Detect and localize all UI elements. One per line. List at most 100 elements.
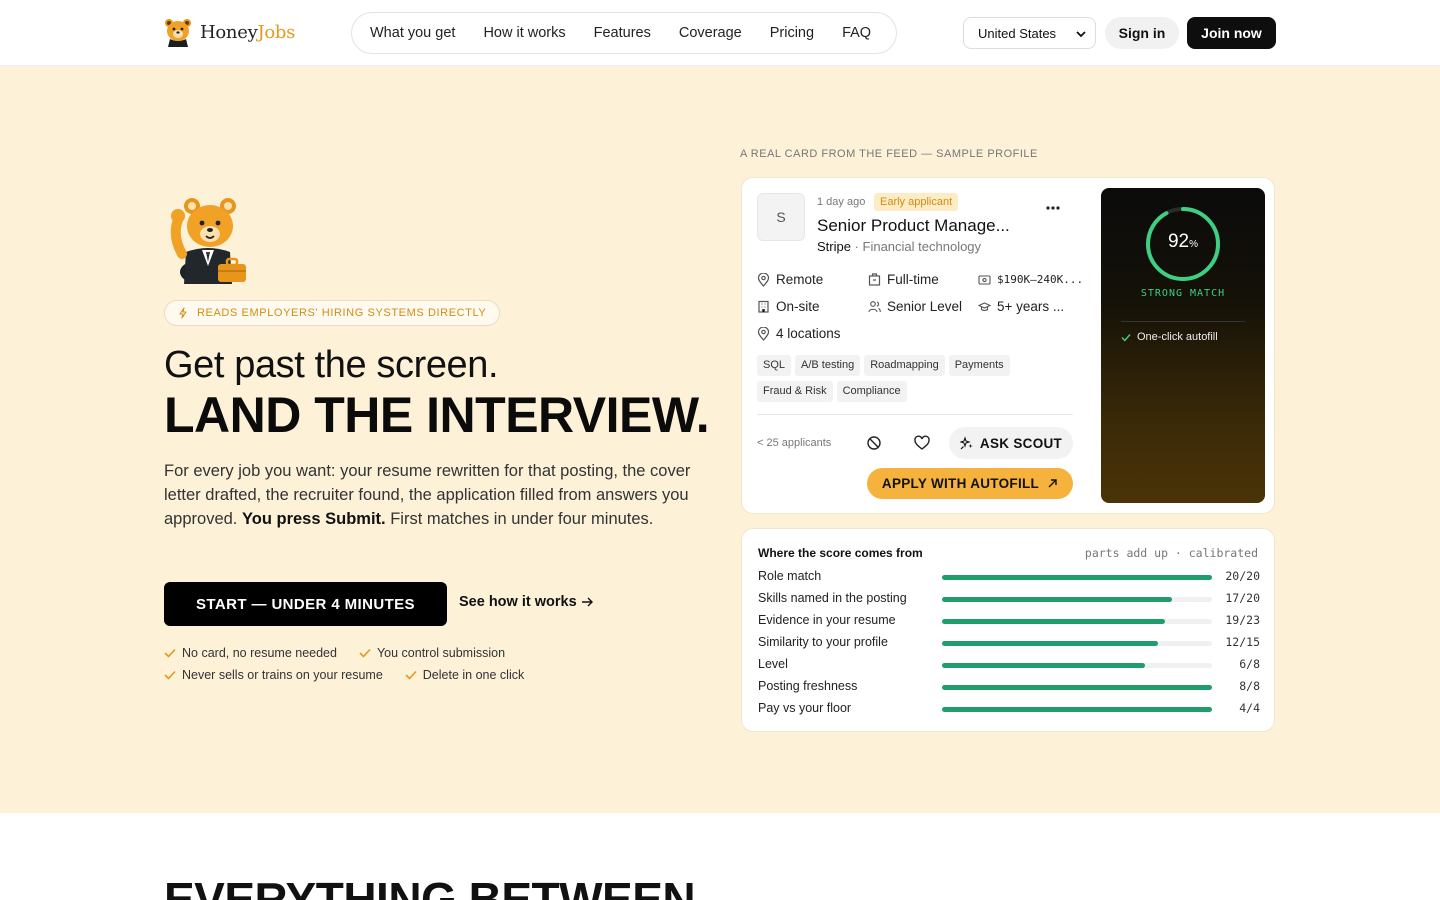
score-row-label: Posting freshness: [758, 679, 858, 693]
score-row-value: 4/4: [1239, 701, 1260, 715]
score-row-value: 6/8: [1239, 657, 1260, 671]
score-bar-fill: [942, 685, 1212, 690]
building-icon: [868, 273, 881, 286]
map-pin-icon: [757, 272, 770, 287]
score-bar-fill: [942, 619, 1165, 624]
assurance-text: No card, no resume needed: [182, 646, 337, 660]
hero-badge: READS EMPLOYERS' HIRING SYSTEMS DIRECTLY: [164, 300, 501, 326]
attr-workplace-text: On-site: [776, 299, 820, 314]
brand-logo[interactable]: HoneyJobs: [164, 17, 295, 47]
join-now-button[interactable]: Join now: [1187, 17, 1276, 49]
more-options-icon[interactable]: [1045, 200, 1061, 216]
match-percent: 92%: [1101, 231, 1265, 253]
skill-tag: Compliance: [836, 381, 907, 402]
brand-name: Honey: [200, 21, 258, 43]
apply-label: APPLY WITH AUTOFILL: [881, 476, 1040, 491]
bear-mascot-icon: [170, 198, 246, 284]
score-row-label: Similarity to your profile: [758, 635, 888, 649]
attr-location: Remote: [757, 272, 823, 287]
nav-link-pricing[interactable]: Pricing: [770, 25, 814, 41]
score-bar-fill: [942, 707, 1212, 712]
assurance-item: Delete in one click: [405, 668, 524, 682]
sparkle-icon: [959, 436, 973, 450]
job-title[interactable]: Senior Product Manage...: [817, 216, 1010, 236]
chevron-down-icon: [1076, 31, 1086, 38]
job-card-kicker: A REAL CARD FROM THE FEED — SAMPLE PROFI…: [740, 148, 1038, 160]
hero-badge-text: READS EMPLOYERS' HIRING SYSTEMS DIRECTLY: [197, 307, 487, 319]
applicant-count: < 25 applicants: [757, 437, 832, 449]
match-label: STRONG MATCH: [1140, 288, 1226, 299]
skill-tag: A/B testing: [795, 355, 861, 376]
attr-location-text: Remote: [776, 272, 824, 287]
score-bar-track: [942, 707, 1212, 712]
see-how-it-works-link[interactable]: See how it works: [459, 594, 594, 610]
arrow-up-right-icon: [1048, 479, 1057, 488]
divider: [757, 414, 1073, 415]
attr-workplace: On-site: [757, 299, 820, 314]
assurance-text: Delete in one click: [422, 668, 525, 682]
assurance-list: No card, no resume needed You control su…: [164, 646, 524, 690]
apply-with-autofill-button[interactable]: APPLY WITH AUTOFILL: [867, 468, 1073, 499]
company-line: Stripe · Financial technology: [817, 239, 981, 254]
hero-description-part2: First matches in under four minutes.: [385, 510, 654, 528]
nav-link-coverage[interactable]: Coverage: [679, 25, 742, 41]
hero-headline-line2: LAND THE INTERVIEW.: [164, 387, 710, 443]
nav-link-features[interactable]: Features: [594, 25, 651, 41]
score-row-value: 20/20: [1225, 569, 1260, 583]
match-score-panel: 92% STRONG MATCH One-click autofill: [1101, 188, 1265, 503]
company-logo: S: [757, 193, 805, 241]
score-row-label: Level: [758, 657, 788, 671]
brand-name-accent: Jobs: [257, 21, 296, 43]
company-industry: · Financial technology: [850, 239, 982, 254]
score-row-value: 19/23: [1225, 613, 1260, 627]
bear-logo-icon: [165, 19, 191, 47]
ask-scout-button[interactable]: ASK SCOUT: [949, 427, 1073, 459]
heart-icon[interactable]: [914, 435, 930, 451]
see-how-it-works-label: See how it works: [459, 594, 577, 610]
assurance-item: No card, no resume needed: [164, 646, 337, 660]
lightning-icon: [179, 307, 187, 319]
nav-link-how-it-works[interactable]: How it works: [483, 25, 565, 41]
attr-employment-text: Full-time: [887, 272, 939, 287]
hero-headline-line1: Get past the screen.: [164, 344, 499, 386]
main-nav: What you get How it works Features Cover…: [351, 12, 897, 54]
start-cta-button[interactable]: START — UNDER 4 MINUTES: [164, 582, 447, 626]
score-bar-track: [942, 597, 1212, 602]
hero-description: For every job you want: your resume rewr…: [164, 459, 694, 531]
score-bar-track: [942, 619, 1212, 624]
company-name: Stripe: [817, 239, 851, 254]
not-interested-icon[interactable]: [866, 435, 882, 451]
check-icon: [164, 648, 176, 658]
match-percent-value: 92: [1167, 231, 1190, 252]
country-select[interactable]: United States: [963, 17, 1096, 49]
score-bar-track: [942, 575, 1212, 580]
check-icon: [1121, 333, 1131, 342]
attr-locations[interactable]: 4 locations: [757, 326, 841, 341]
score-bar-fill: [942, 575, 1212, 580]
score-row: Evidence in your resume 19/23: [758, 613, 1260, 629]
nav-link-faq[interactable]: FAQ: [842, 25, 871, 41]
skill-tag: SQL: [757, 355, 792, 376]
score-row: Role match 20/20: [758, 569, 1260, 585]
attr-experience-text: 5+ years ...: [997, 299, 1065, 314]
sign-in-button[interactable]: Sign in: [1105, 17, 1179, 49]
attr-salary: $190K–240K...: [978, 273, 1083, 286]
nav-link-what-you-get[interactable]: What you get: [370, 25, 455, 41]
country-select-value: United States: [978, 25, 1057, 41]
skill-tag: Payments: [948, 355, 1010, 376]
score-bar-fill: [942, 597, 1172, 602]
skill-tag: Roadmapping: [864, 355, 945, 376]
score-row-value: 12/15: [1225, 635, 1260, 649]
divider: [1121, 321, 1245, 322]
score-row-label: Role match: [758, 569, 822, 583]
attr-experience: 5+ years ...: [978, 299, 1064, 314]
assurance-text: You control submission: [376, 646, 506, 660]
score-bar-fill: [942, 641, 1158, 646]
posted-time: 1 day ago: [817, 196, 866, 208]
assurance-item: You control submission: [359, 646, 505, 660]
top-nav: HoneyJobs What you get How it works Feat…: [0, 0, 1440, 66]
score-row-label: Evidence in your resume: [758, 613, 896, 627]
ask-scout-label: ASK SCOUT: [979, 435, 1063, 451]
score-row-value: 17/20: [1225, 591, 1260, 605]
next-section-heading: EVERYTHING BETWEEN: [164, 873, 696, 900]
